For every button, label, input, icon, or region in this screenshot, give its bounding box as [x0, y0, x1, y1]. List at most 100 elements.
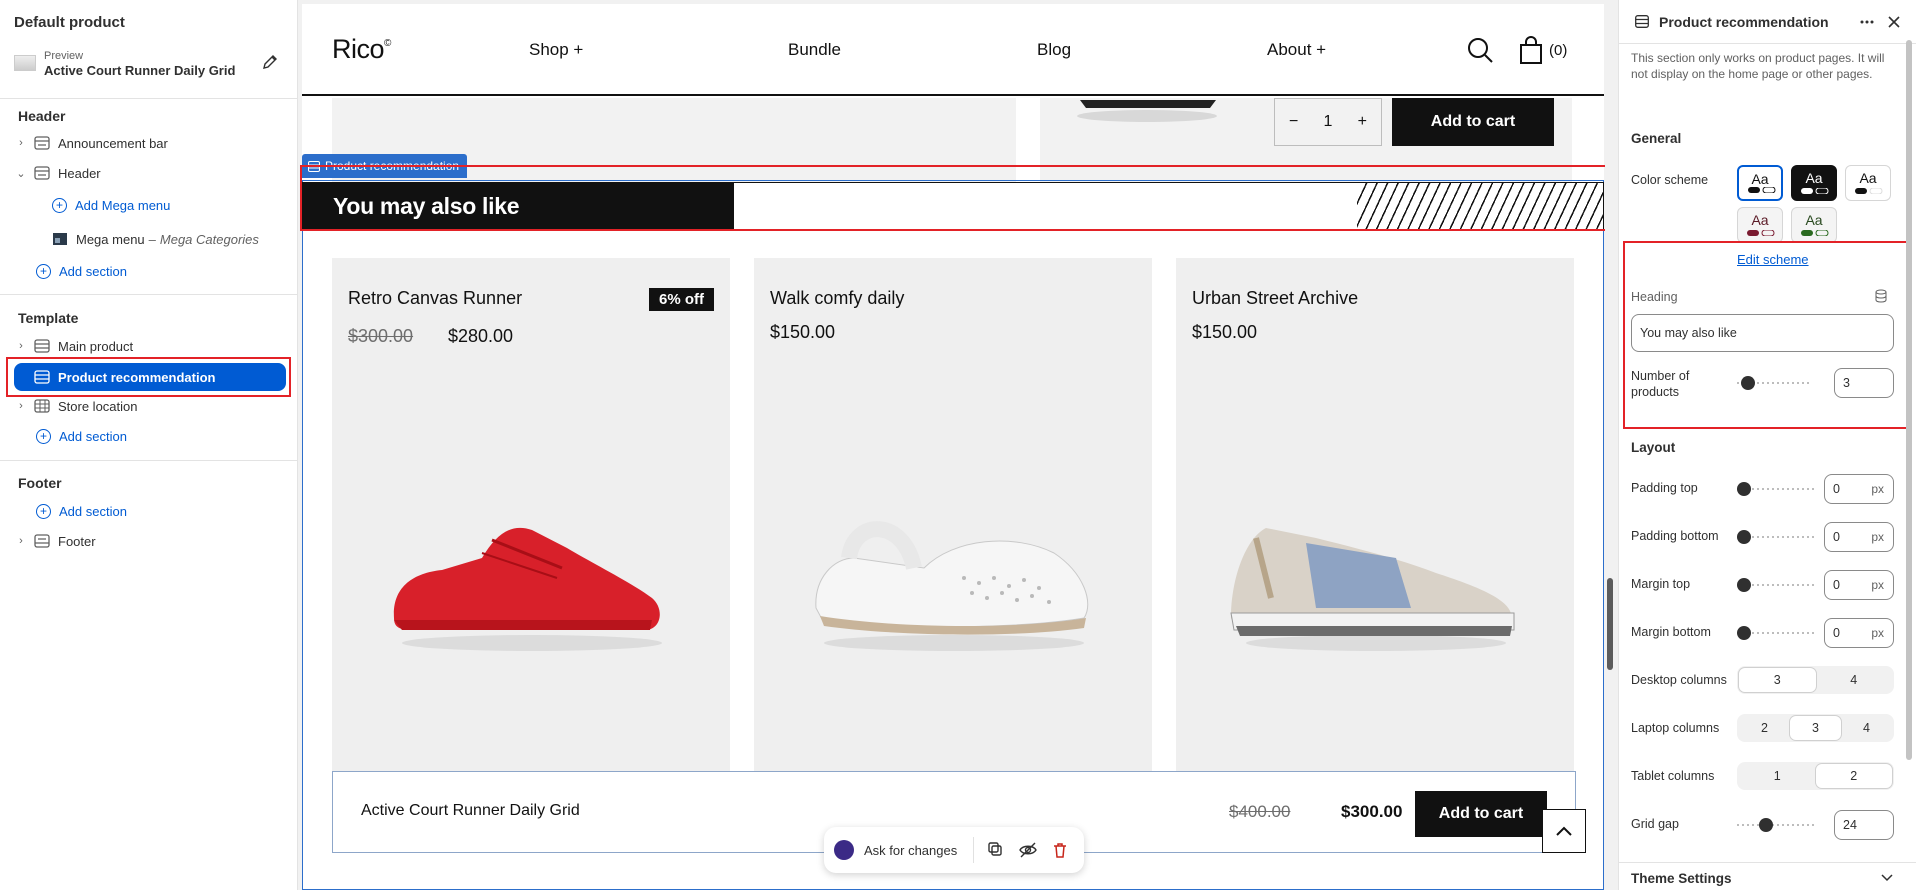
nav-about[interactable]: About +	[1267, 40, 1326, 60]
divider	[0, 98, 298, 99]
scroll-to-top-button[interactable]	[1542, 809, 1586, 853]
color-scheme-option-2[interactable]: Aa	[1791, 165, 1837, 201]
margin-bottom-input[interactable]: 0 px	[1824, 618, 1894, 648]
sidebar-item-footer[interactable]: › Footer	[14, 528, 286, 554]
pencil-icon[interactable]	[260, 52, 280, 72]
product-card[interactable]: Walk comfy daily $150.00	[754, 258, 1152, 774]
padding-top-label: Padding top	[1631, 481, 1698, 495]
desktop-columns-selector[interactable]: 3 4	[1737, 666, 1894, 694]
padding-bottom-input[interactable]: 0 px	[1824, 522, 1894, 552]
panel-scrollbar[interactable]	[1906, 40, 1912, 780]
plus-icon[interactable]: +	[1358, 113, 1367, 131]
sidebar-item-header[interactable]: ⌄ Header	[14, 160, 286, 186]
slider-knob[interactable]	[1737, 482, 1751, 496]
add-section-label: Add section	[59, 503, 127, 519]
more-icon[interactable]	[1859, 15, 1875, 29]
search-icon[interactable]	[1466, 36, 1494, 64]
sticky-add-to-cart-button[interactable]: Add to cart	[1415, 791, 1547, 837]
laptop-columns-option-2[interactable]: 2	[1739, 716, 1790, 740]
swatch-text: Aa	[1751, 212, 1769, 228]
scrollbar-thumb[interactable]	[1906, 40, 1912, 760]
store-preview: Rico© Shop + Bundle Blog About + (0) − 1…	[302, 4, 1604, 890]
laptop-columns-option-3[interactable]: 3	[1790, 716, 1841, 740]
close-icon[interactable]	[1887, 15, 1901, 29]
grid-gap-slider[interactable]	[1737, 818, 1817, 832]
desktop-columns-option-4[interactable]: 4	[1816, 668, 1893, 692]
margin-top-slider[interactable]	[1737, 578, 1817, 592]
cart-count[interactable]: (0)	[1549, 42, 1567, 59]
color-scheme-option-3[interactable]: Aa	[1845, 165, 1891, 201]
add-section-header-button[interactable]: + Add section	[14, 258, 286, 284]
nav-bundle[interactable]: Bundle	[788, 40, 841, 60]
number-of-products-input[interactable]: 3	[1834, 368, 1894, 398]
desktop-columns-option-3[interactable]: 3	[1739, 668, 1816, 692]
ask-for-changes-button[interactable]: Ask for changes	[864, 843, 957, 858]
preview-scrollbar[interactable]	[1605, 0, 1615, 890]
chevron-right-icon[interactable]: ›	[14, 339, 28, 353]
margin-bottom-slider[interactable]	[1737, 626, 1817, 640]
hide-icon[interactable]	[1018, 840, 1038, 860]
padding-top-input[interactable]: 0 px	[1824, 474, 1894, 504]
slider-knob[interactable]	[1737, 578, 1751, 592]
chevron-right-icon[interactable]: ›	[14, 534, 28, 548]
bag-icon[interactable]	[1518, 36, 1544, 64]
unit-label: px	[1871, 578, 1884, 592]
product-title: Default product	[14, 14, 125, 31]
slider-knob[interactable]	[1737, 626, 1751, 640]
unit-label: px	[1871, 482, 1884, 496]
layout-heading: Layout	[1631, 440, 1676, 455]
sidebar-item-store-location[interactable]: › Store location	[14, 393, 286, 419]
chevron-down-icon[interactable]	[1881, 873, 1893, 883]
margin-top-input[interactable]: 0 px	[1824, 570, 1894, 600]
duplicate-icon[interactable]	[986, 840, 1006, 860]
add-section-footer-button[interactable]: + Add section	[14, 498, 286, 524]
product-name[interactable]: Urban Street Archive	[1192, 288, 1358, 309]
product-card[interactable]: Retro Canvas Runner 6% off $300.00 $280.…	[332, 258, 730, 774]
store-logo[interactable]: Rico©	[332, 34, 391, 65]
sidebar-item-announcement-bar[interactable]: › Announcement bar	[14, 130, 286, 156]
laptop-columns-selector[interactable]: 2 3 4	[1737, 714, 1894, 742]
sidebar-item-mega-menu[interactable]: Mega menu – Mega Categories	[14, 226, 286, 252]
tablet-columns-selector[interactable]: 1 2	[1737, 762, 1894, 790]
database-icon[interactable]	[1875, 289, 1887, 303]
padding-top-slider[interactable]	[1737, 482, 1817, 496]
chevron-right-icon[interactable]: ›	[14, 399, 28, 413]
add-mega-menu-button[interactable]: + Add Mega menu	[14, 192, 286, 218]
color-scheme-option-5[interactable]: Aa	[1791, 207, 1837, 243]
nav-blog[interactable]: Blog	[1037, 40, 1071, 60]
section-heading: You may also like	[333, 193, 520, 219]
grid-gap-input[interactable]: 24	[1834, 810, 1894, 840]
add-section-template-button[interactable]: + Add section	[14, 423, 286, 449]
theme-settings-heading[interactable]: Theme Settings	[1631, 871, 1732, 886]
color-scheme-option-1[interactable]: Aa	[1737, 165, 1783, 201]
number-of-products-slider[interactable]	[1737, 376, 1811, 390]
sidebar-item-main-product[interactable]: › Main product	[14, 333, 286, 359]
preview-selector[interactable]: Preview Active Court Runner Daily Grid	[14, 50, 282, 78]
slider-knob[interactable]	[1741, 376, 1755, 390]
sidebar-item-label: Footer	[58, 533, 96, 549]
section-tag[interactable]: Product recommendation	[302, 154, 468, 178]
heading-input[interactable]: You may also like	[1631, 314, 1894, 352]
chevron-right-icon[interactable]: ›	[14, 136, 28, 150]
edit-scheme-link[interactable]: Edit scheme	[1737, 252, 1809, 267]
nav-shop[interactable]: Shop +	[529, 40, 583, 60]
add-to-cart-button[interactable]: Add to cart	[1392, 98, 1554, 146]
sidebar-item-product-recommendation[interactable]: Product recommendation	[14, 363, 286, 391]
product-card[interactable]: Urban Street Archive $150.00	[1176, 258, 1574, 774]
quantity-stepper[interactable]: − 1 +	[1274, 98, 1382, 146]
minus-icon[interactable]: −	[1289, 113, 1298, 131]
slider-knob[interactable]	[1759, 818, 1773, 832]
product-name[interactable]: Walk comfy daily	[770, 288, 904, 309]
laptop-columns-label: Laptop columns	[1631, 721, 1720, 735]
padding-bottom-slider[interactable]	[1737, 530, 1817, 544]
color-scheme-option-4[interactable]: Aa	[1737, 207, 1783, 243]
sidebar-item-label: Header	[58, 165, 101, 181]
chevron-down-icon[interactable]: ⌄	[14, 166, 28, 180]
product-name[interactable]: Retro Canvas Runner	[348, 288, 522, 309]
tablet-columns-option-1[interactable]: 1	[1739, 764, 1816, 788]
scrollbar-thumb[interactable]	[1607, 578, 1613, 670]
tablet-columns-option-2[interactable]: 2	[1815, 764, 1892, 788]
laptop-columns-option-4[interactable]: 4	[1841, 716, 1892, 740]
slider-knob[interactable]	[1737, 530, 1751, 544]
trash-icon[interactable]	[1050, 840, 1070, 860]
